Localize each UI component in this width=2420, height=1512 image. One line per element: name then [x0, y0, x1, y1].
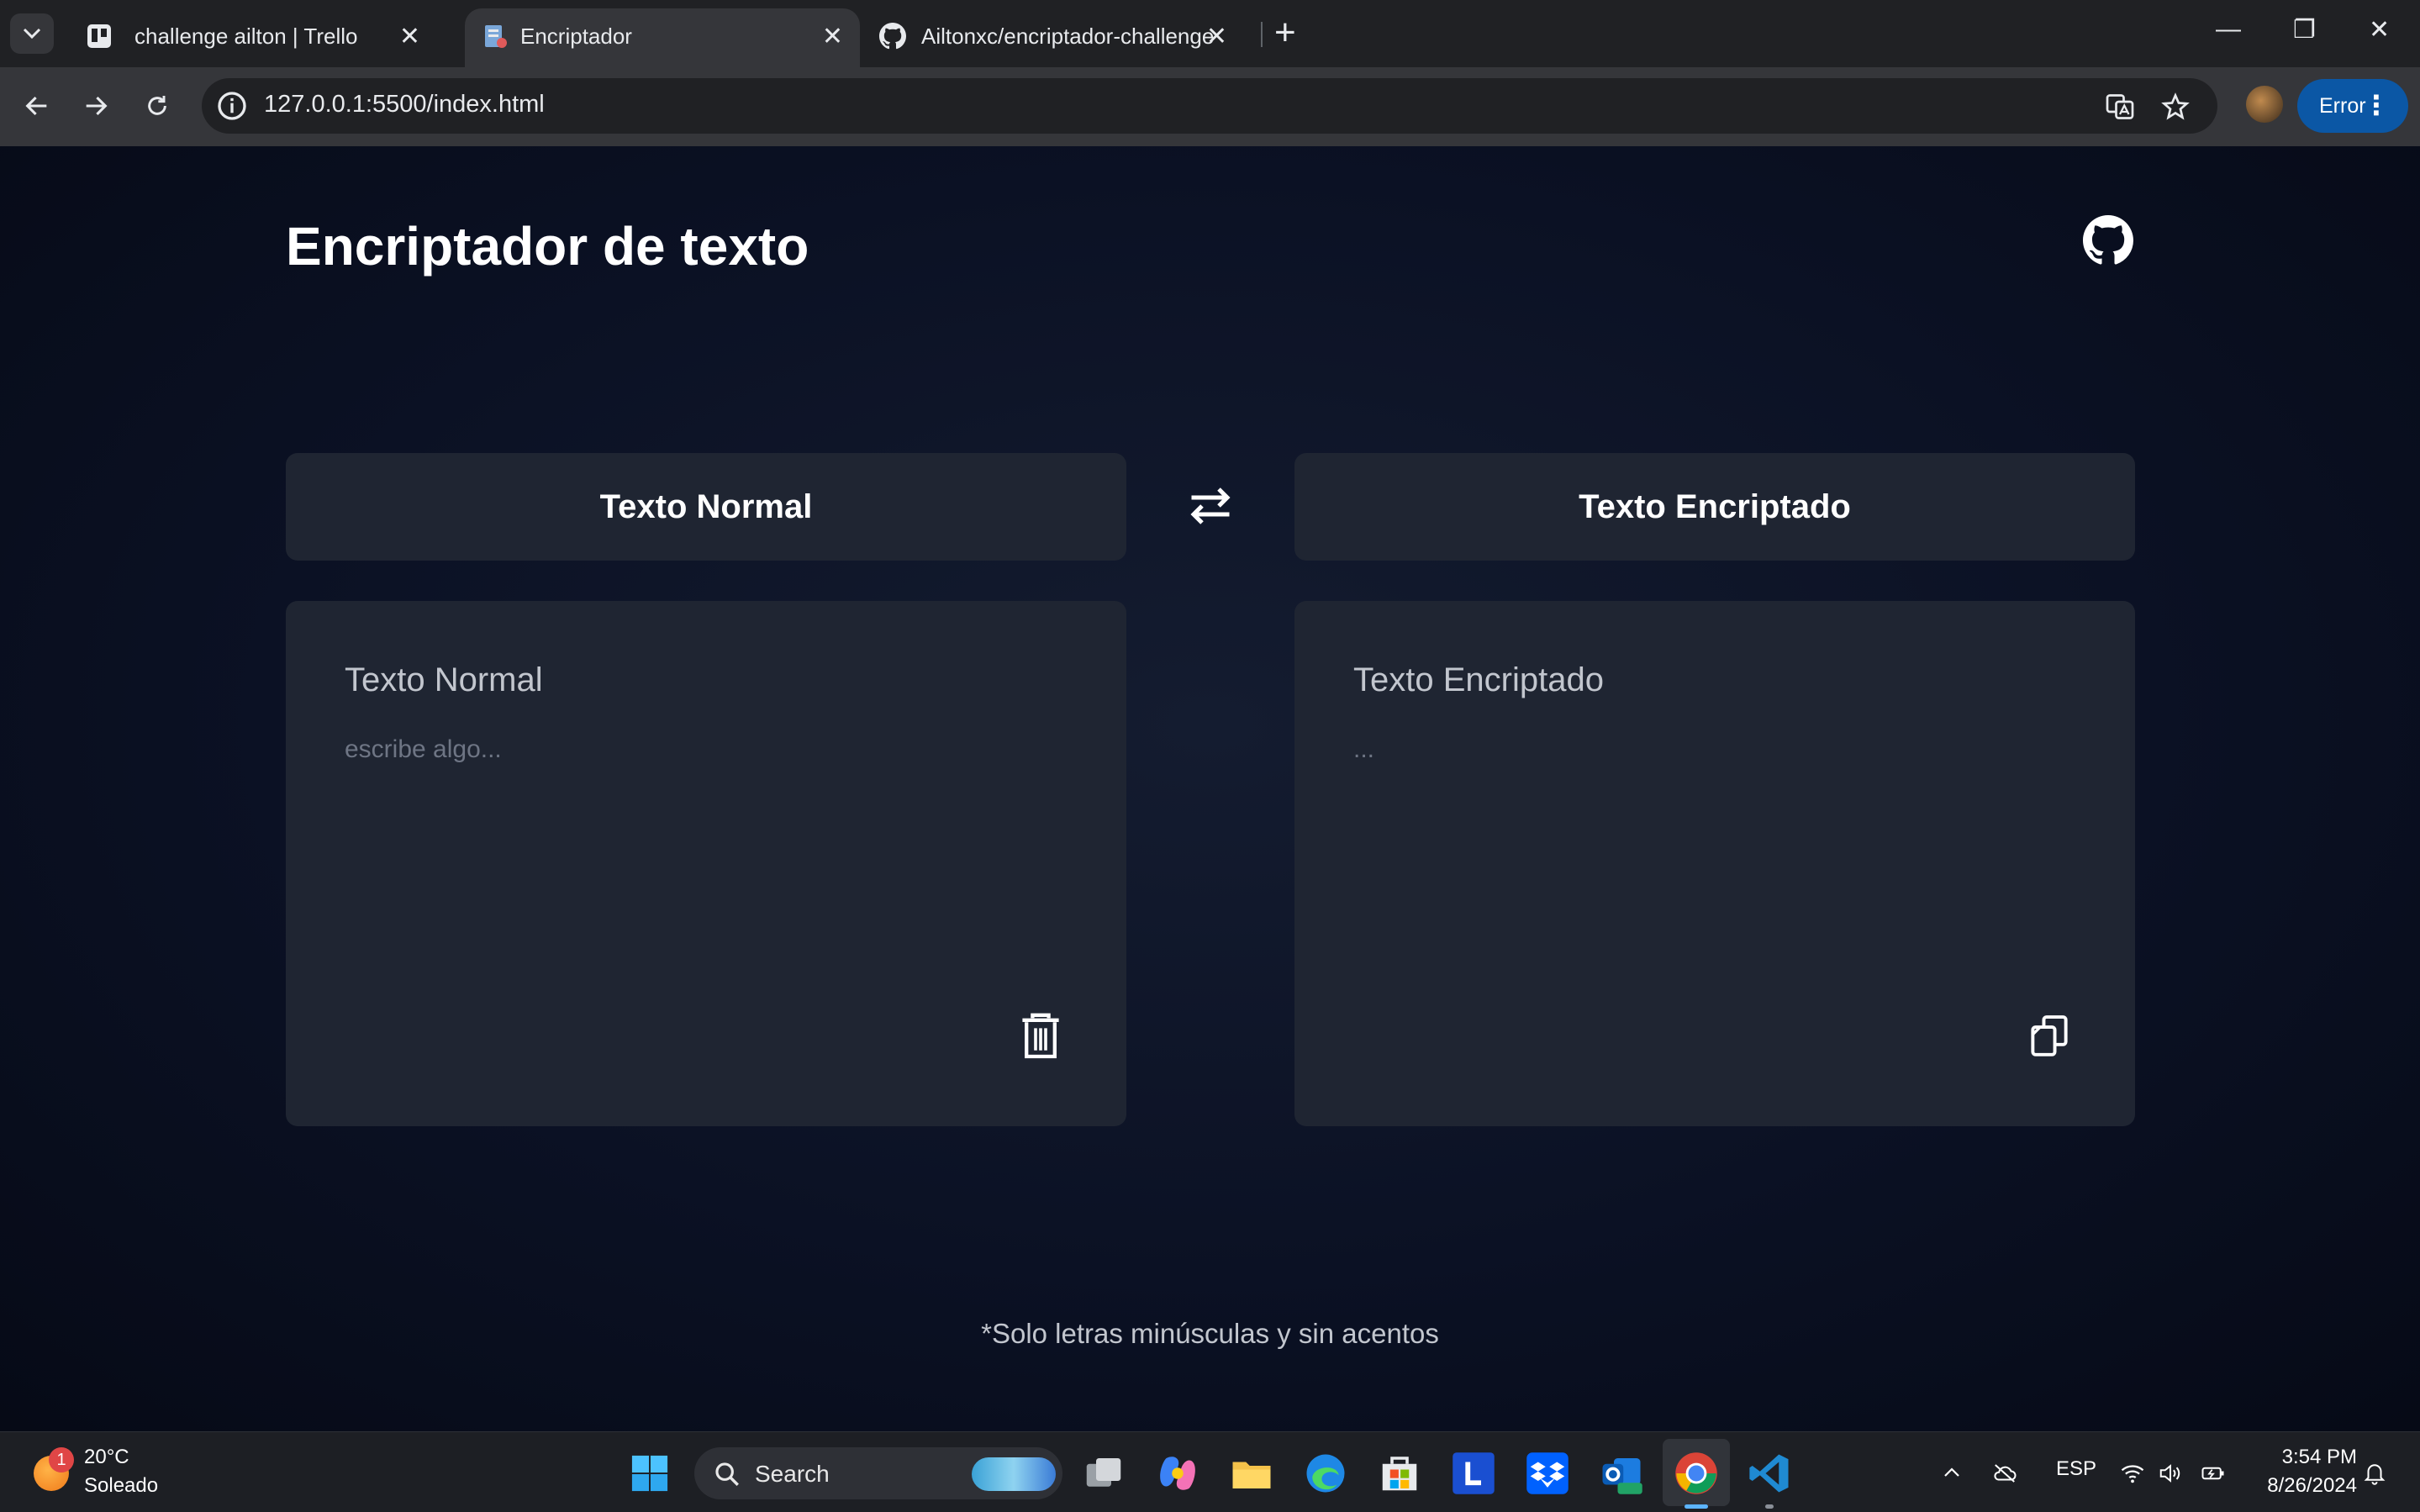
- tab-separator: [1261, 22, 1263, 47]
- new-tab-button[interactable]: +: [1274, 12, 1296, 54]
- tab-title: Ailtonxc/encriptador-challenge: [921, 24, 1215, 49]
- url-text[interactable]: 127.0.0.1:5500/index.html: [264, 91, 545, 119]
- page-content: Encriptador de texto Texto Normal Texto …: [0, 146, 2420, 1431]
- star-icon[interactable]: [2160, 92, 2191, 122]
- edge-icon[interactable]: [1303, 1451, 1348, 1496]
- copy-icon[interactable]: [2029, 1012, 2069, 1061]
- notification-bell-icon[interactable]: [2362, 1459, 2387, 1486]
- arrow-right-icon: [86, 96, 108, 116]
- source-mode-label: Texto Normal: [286, 453, 1126, 561]
- windows-start-icon[interactable]: [630, 1454, 669, 1493]
- input-textarea[interactable]: escribe algo...: [345, 735, 502, 764]
- onedrive-offline-icon[interactable]: [1990, 1461, 2019, 1486]
- weather-temperature[interactable]: 20°C: [84, 1446, 129, 1469]
- site-info-icon[interactable]: [215, 89, 249, 123]
- taskbar-search[interactable]: Search: [694, 1447, 1062, 1499]
- window-close-button[interactable]: ✕: [2369, 15, 2390, 45]
- search-highlight-image: [972, 1457, 1056, 1491]
- profile-avatar[interactable]: [2246, 86, 2283, 123]
- weather-badge: 1: [49, 1447, 74, 1472]
- tab-trello[interactable]: challenge ailton | Trello ✕: [50, 8, 446, 67]
- copilot-icon[interactable]: [1155, 1451, 1200, 1496]
- l-app-icon[interactable]: [1451, 1451, 1496, 1496]
- minimize-button[interactable]: —: [2216, 15, 2241, 44]
- menu-dots-icon[interactable]: ⋮: [2363, 89, 2390, 121]
- translate-icon[interactable]: [2105, 92, 2135, 122]
- input-label: Texto Normal: [345, 661, 543, 698]
- output-label: Texto Encriptado: [1353, 661, 1604, 698]
- volume-icon[interactable]: [2157, 1461, 2184, 1486]
- search-label: Search: [755, 1461, 830, 1487]
- forward-button[interactable]: [77, 87, 114, 124]
- restore-button[interactable]: ❐: [2293, 15, 2316, 45]
- close-tab-icon[interactable]: ✕: [399, 22, 420, 51]
- close-tab-icon[interactable]: ✕: [822, 22, 843, 51]
- github-icon: [879, 23, 906, 50]
- input-note: *Solo letras minúsculas y sin acentos: [981, 1318, 1439, 1349]
- chevron-down-icon: [23, 28, 41, 40]
- swap-arrows-icon[interactable]: [1185, 481, 1236, 531]
- task-view-icon[interactable]: [1081, 1451, 1126, 1496]
- clock-time[interactable]: 3:54 PM: [2275, 1446, 2357, 1469]
- close-tab-icon[interactable]: ✕: [1206, 22, 1227, 51]
- output-text: ...: [1353, 735, 1375, 763]
- dropbox-icon[interactable]: [1525, 1451, 1570, 1496]
- clock-date[interactable]: 8/26/2024: [2253, 1474, 2357, 1498]
- file-explorer-icon[interactable]: [1229, 1451, 1274, 1496]
- back-button[interactable]: [18, 87, 55, 124]
- page-icon: [485, 25, 507, 48]
- tab-search-button[interactable]: [10, 13, 54, 54]
- vscode-icon[interactable]: [1747, 1451, 1792, 1496]
- trash-icon[interactable]: [1020, 1012, 1061, 1061]
- outlook-new-icon[interactable]: [1599, 1451, 1644, 1496]
- page-title: Encriptador de texto: [286, 216, 809, 277]
- output-panel: Texto Encriptado ...: [1294, 601, 2135, 1126]
- tab-encriptador[interactable]: Encriptador ✕: [465, 8, 860, 67]
- tab-title: challenge ailton | Trello: [134, 24, 358, 49]
- language-indicator[interactable]: ESP: [2056, 1457, 2096, 1481]
- chrome-running-indicator: [1685, 1504, 1708, 1509]
- tab-strip: challenge ailton | Trello ✕ Encriptador …: [0, 0, 2420, 67]
- address-bar[interactable]: 127.0.0.1:5500/index.html: [202, 78, 2217, 134]
- trello-icon: [87, 24, 111, 48]
- reload-icon: [148, 96, 166, 115]
- search-icon: [715, 1462, 739, 1486]
- target-mode-label: Texto Encriptado: [1294, 453, 2135, 561]
- profile-error-button[interactable]: Error ⋮: [2297, 79, 2408, 133]
- weather-description[interactable]: Soleado: [84, 1474, 158, 1498]
- browser-toolbar: 127.0.0.1:5500/index.html Error ⋮: [0, 67, 2420, 146]
- arrow-left-icon: [25, 96, 47, 116]
- taskbar: 1 20°C Soleado Search ESP 3:54 PM 8/26/2…: [0, 1431, 2420, 1512]
- github-icon[interactable]: [2083, 215, 2133, 266]
- chevron-up-icon[interactable]: [1940, 1462, 1964, 1483]
- reload-button[interactable]: [139, 87, 176, 124]
- wifi-icon[interactable]: [2118, 1461, 2147, 1486]
- input-panel[interactable]: Texto Normal escribe algo...: [286, 601, 1126, 1126]
- microsoft-store-icon[interactable]: [1377, 1451, 1422, 1496]
- tab-title: Encriptador: [520, 24, 632, 49]
- vscode-running-indicator: [1765, 1504, 1774, 1509]
- tab-github[interactable]: Ailtonxc/encriptador-challenge ✕: [857, 8, 1252, 67]
- chrome-icon[interactable]: [1674, 1451, 1719, 1496]
- error-label: Error: [2319, 93, 2366, 118]
- battery-charging-icon[interactable]: [2199, 1461, 2228, 1486]
